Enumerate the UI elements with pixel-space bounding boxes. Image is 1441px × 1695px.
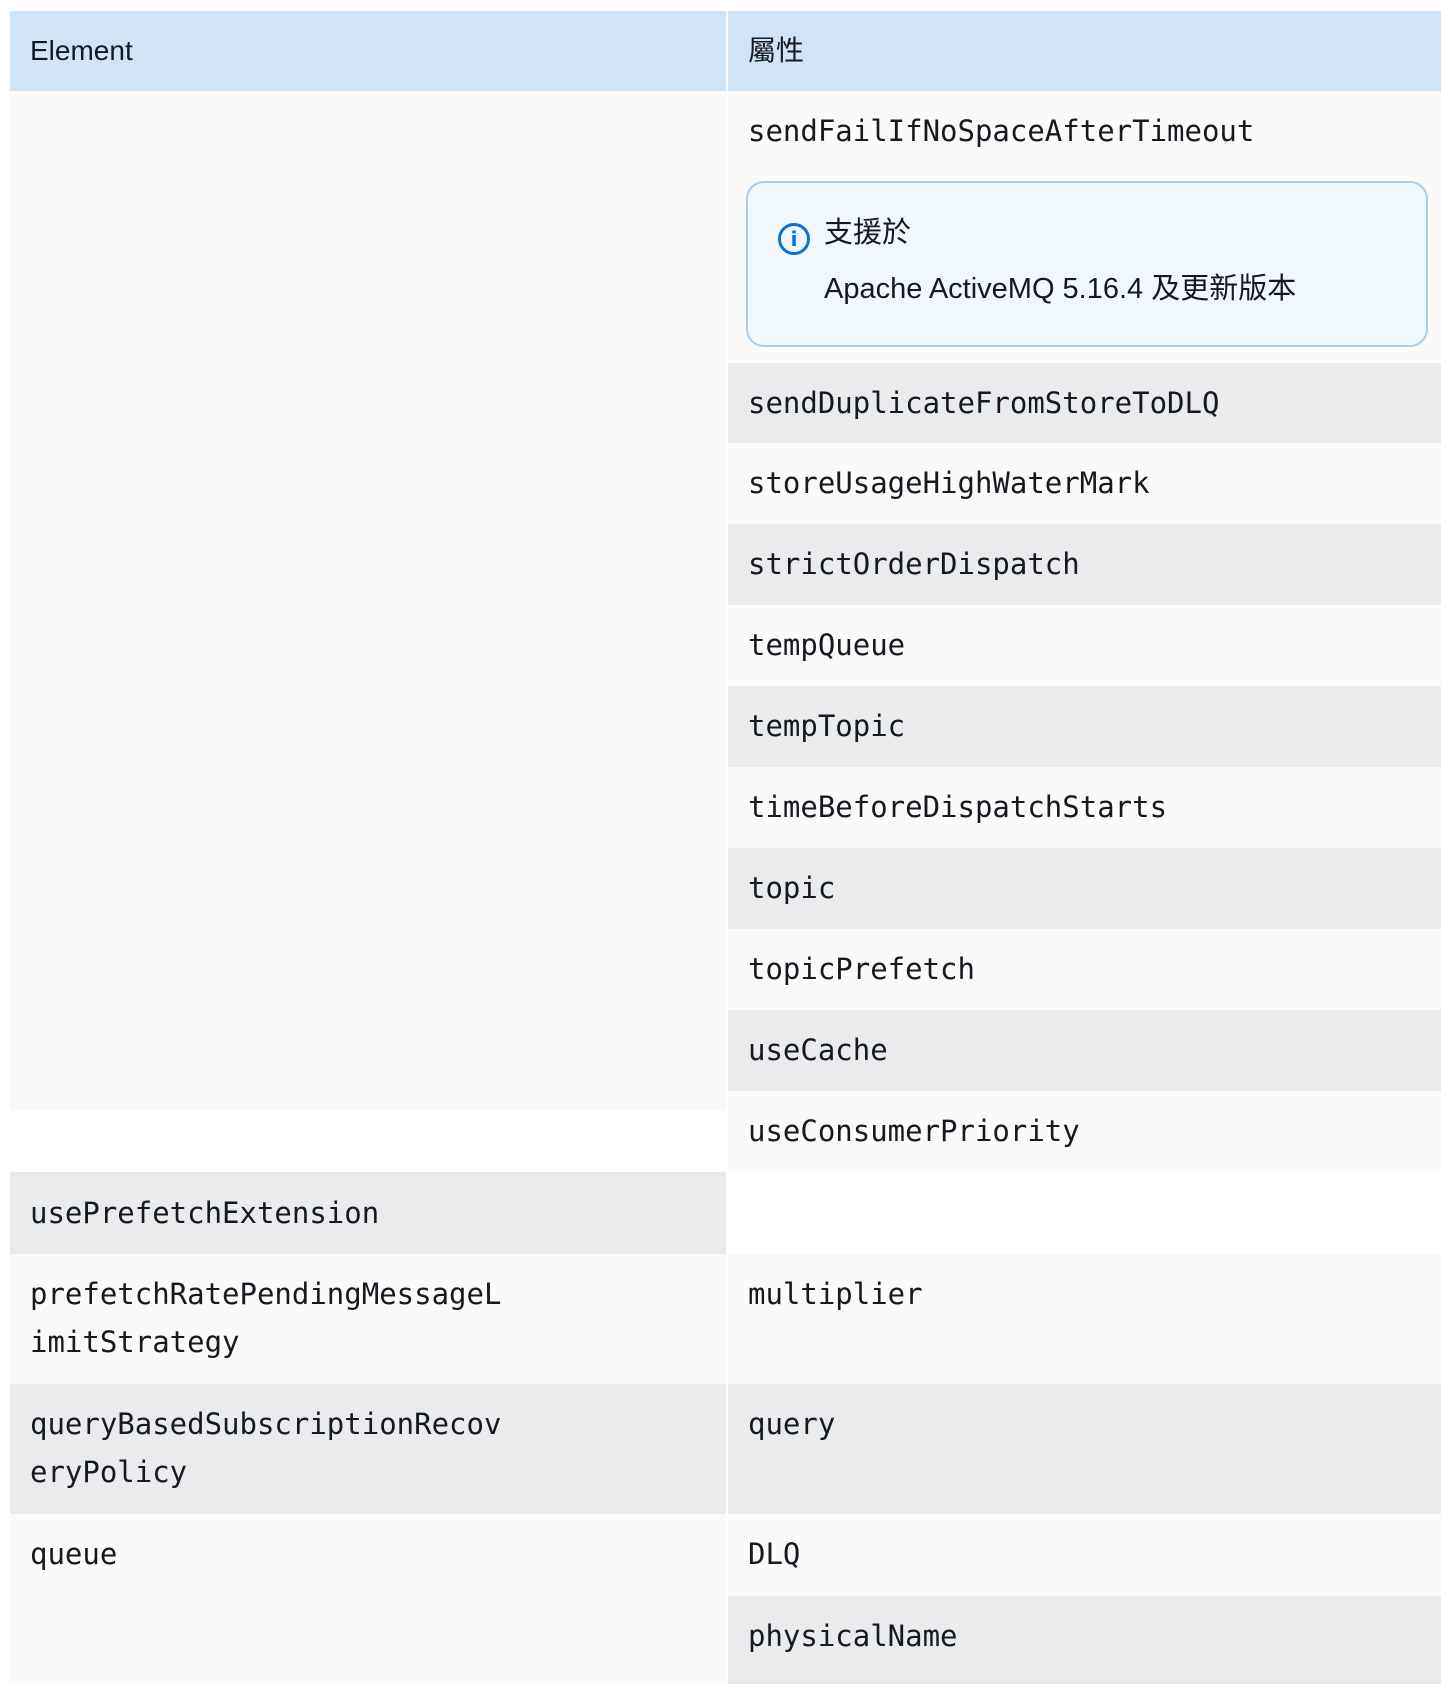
table-row: prefetchRatePendingMessageL imitStrategy…	[10, 1254, 1441, 1384]
note-text: Apache ActiveMQ 5.16.4 及更新版本	[824, 273, 1297, 305]
attribute-list: sendFailIfNoSpaceAfterTimeout i 支援於 Apac…	[728, 91, 1441, 1172]
attribute-cell: topicPrefetch	[728, 929, 1441, 1010]
attribute-cell: strictOrderDispatch	[728, 524, 1441, 605]
attribute-cell: tempQueue	[728, 605, 1441, 686]
attribute-cell: storeUsageHighWaterMark	[728, 443, 1441, 524]
element-cell: queryBasedSubscriptionRecov eryPolicy	[10, 1384, 728, 1514]
table-row: usePrefetchExtension	[10, 1172, 1441, 1254]
header-element: Element	[10, 11, 728, 91]
attribute-cell: query	[728, 1384, 1441, 1514]
attribute-cell: topic	[728, 848, 1441, 929]
attribute-cell: useConsumerPriority	[728, 1091, 1441, 1172]
header-attributes: 屬性	[748, 35, 805, 66]
attribute-cell: useCache	[728, 1010, 1441, 1091]
attribute-cell: DLQ	[728, 1514, 1441, 1596]
note-container: i 支援於 Apache ActiveMQ 5.16.4 及更新版本	[728, 171, 1441, 363]
element-cell: prefetchRatePendingMessageL imitStrategy	[10, 1254, 728, 1384]
attribute-cell: sendFailIfNoSpaceAfterTimeout	[728, 91, 1441, 171]
attribute-list: DLQ physicalName	[728, 1514, 1441, 1684]
attribute-cell: multiplier	[728, 1254, 1441, 1384]
info-icon: i	[778, 223, 810, 255]
element-cell	[10, 91, 728, 1110]
attribute-cell: sendDuplicateFromStoreToDLQ	[728, 363, 1441, 443]
note-title: 支援於	[824, 217, 912, 249]
attribute-cell: tempTopic	[728, 686, 1441, 767]
attribute-cell	[728, 1172, 1441, 1254]
table-row: sendFailIfNoSpaceAfterTimeout i 支援於 Apac…	[10, 91, 1441, 1172]
table-header: Element 屬性	[10, 11, 1441, 91]
attribute-cell: timeBeforeDispatchStarts	[728, 767, 1441, 848]
table-row: queue DLQ physicalName	[10, 1514, 1441, 1684]
element-cell: queue	[10, 1514, 728, 1684]
element-cell: usePrefetchExtension	[10, 1172, 728, 1254]
info-note: i 支援於 Apache ActiveMQ 5.16.4 及更新版本	[746, 181, 1428, 347]
table-row: queryBasedSubscriptionRecov eryPolicy qu…	[10, 1384, 1441, 1514]
attributes-table: Element 屬性 sendFailIfNoSpaceAfterTimeout…	[10, 11, 1441, 1684]
attribute-cell: physicalName	[728, 1596, 1441, 1684]
